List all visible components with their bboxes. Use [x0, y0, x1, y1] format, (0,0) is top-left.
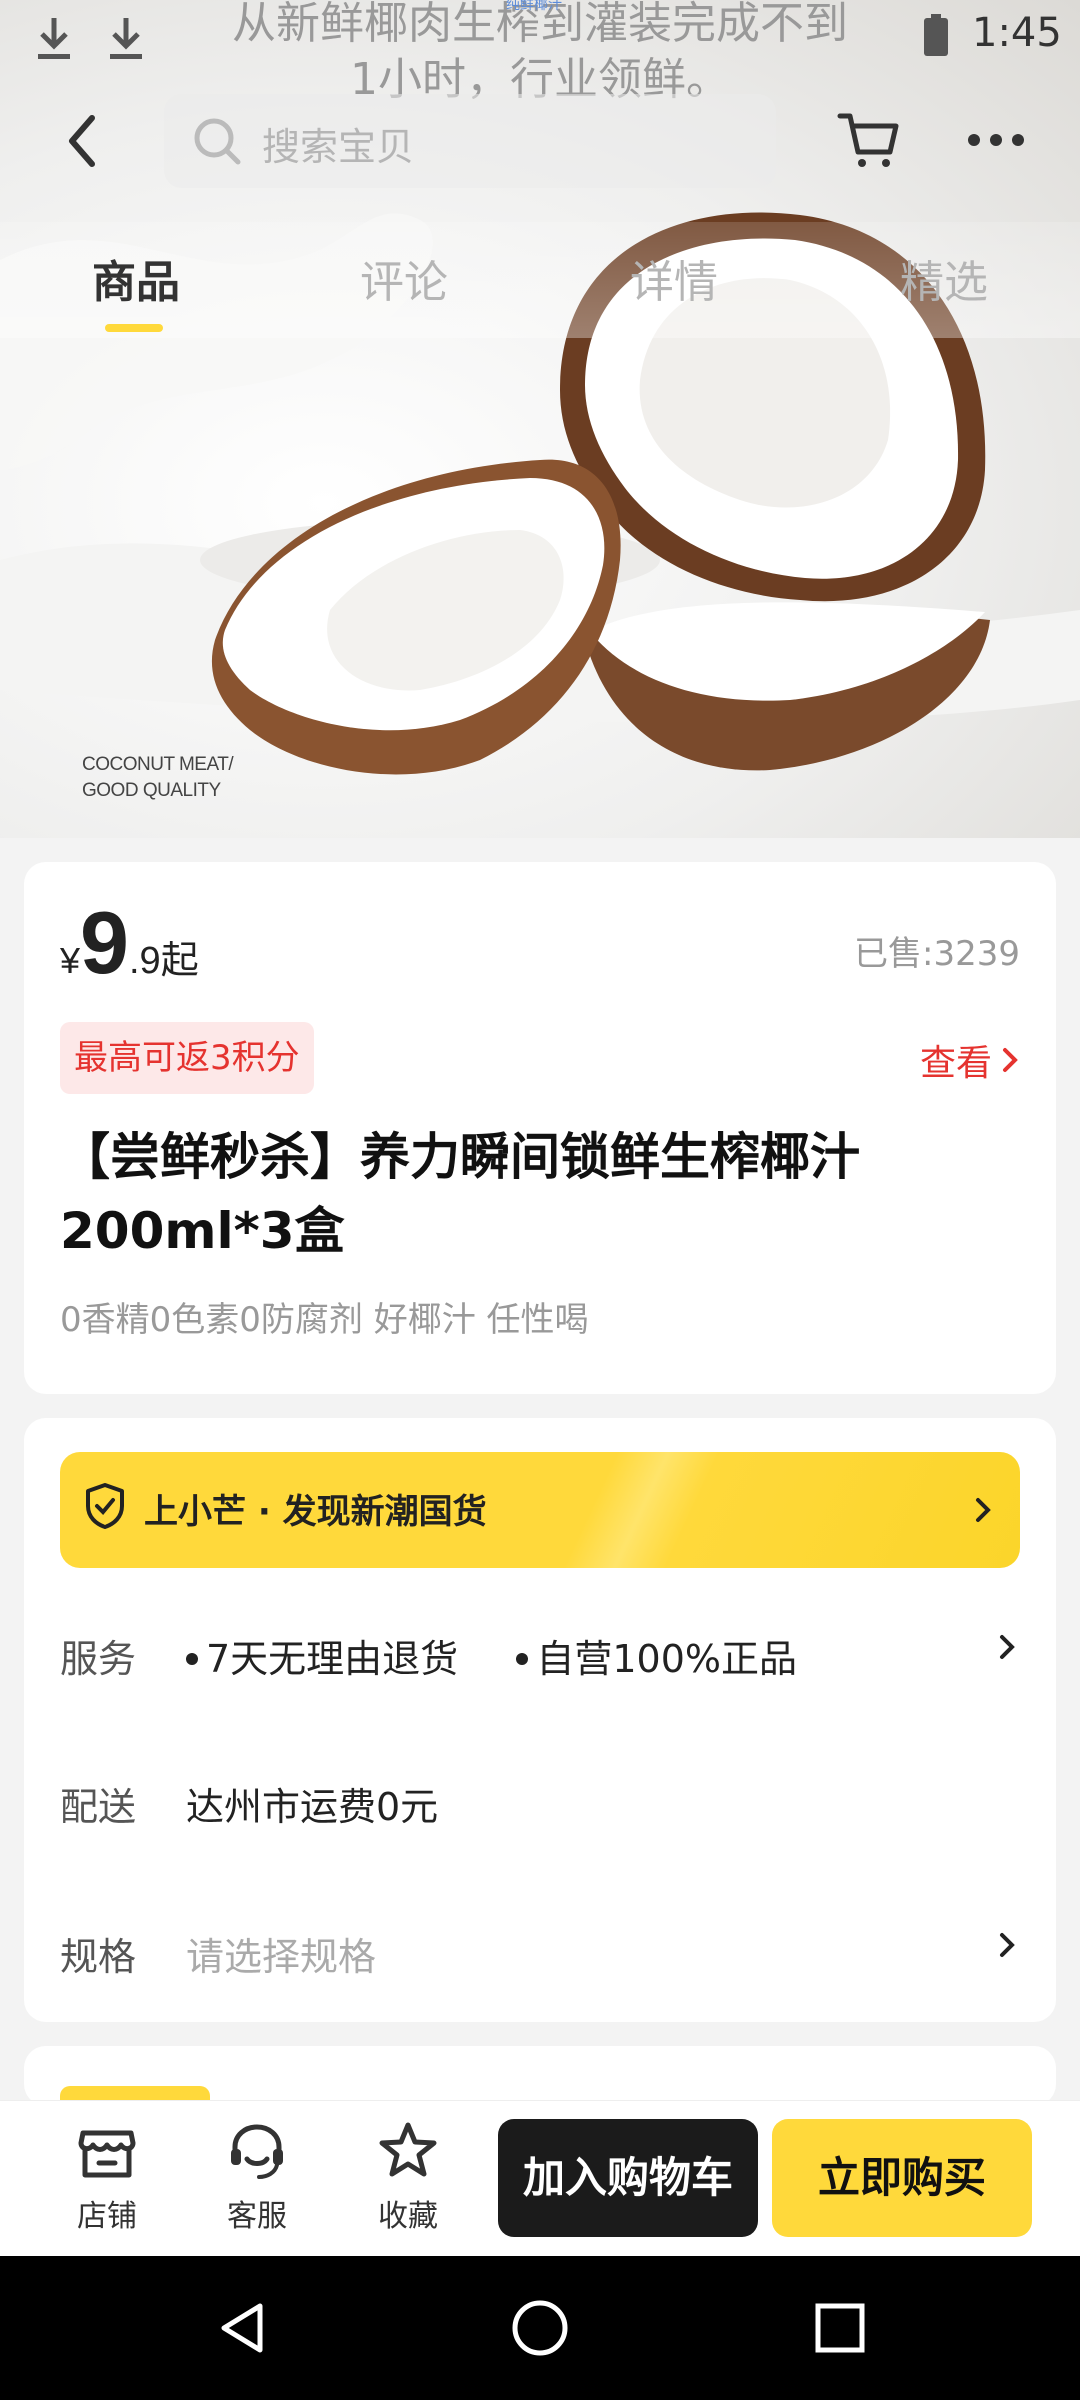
- battery-icon: [924, 14, 948, 56]
- service-values: 7天无理由退货 自营100%正品: [186, 1628, 797, 1683]
- shield-icon: [86, 1483, 124, 1529]
- promo-text: 上小芒 · 发现新潮国货: [144, 1492, 487, 1532]
- sold-count: 已售:3239: [854, 934, 1020, 974]
- bullet: [186, 1652, 198, 1665]
- nav-home-icon[interactable]: [510, 2298, 570, 2358]
- store-button[interactable]: 店铺: [52, 2119, 162, 2235]
- service-card: 上小芒 · 发现新潮国货 服务 7天无理由退货 自营100%正品 配送 达州市运…: [24, 1418, 1056, 2022]
- tab-active-indicator: [105, 324, 163, 332]
- tab-product[interactable]: 商品: [92, 246, 180, 310]
- buy-now-button[interactable]: 立即购买: [772, 2119, 1032, 2237]
- promo-banner[interactable]: 上小芒 · 发现新潮国货: [60, 1452, 1020, 1568]
- price-decimal: .9: [128, 940, 161, 982]
- hero-caption-line1: COCONUT MEAT/: [82, 754, 234, 775]
- system-navigation-bar: [0, 2256, 1080, 2400]
- customer-service-label: 客服: [227, 2199, 287, 2234]
- points-badge: 最高可返3积分: [60, 1022, 314, 1094]
- price-integer: 9: [80, 893, 129, 992]
- search-icon: [194, 118, 241, 165]
- price-currency: ¥: [60, 940, 81, 981]
- hero-caption: COCONUT MEAT/ GOOD QUALITY: [82, 752, 234, 804]
- download-icon: [38, 18, 70, 59]
- delivery-label: 配送: [60, 1785, 137, 1829]
- tab-details[interactable]: 详情: [630, 246, 718, 310]
- tab-reviews[interactable]: 评论: [360, 246, 448, 310]
- spec-placeholder: 请选择规格: [186, 1935, 377, 1979]
- star-icon: [379, 2122, 437, 2177]
- add-to-cart-button[interactable]: 加入购物车: [498, 2119, 758, 2237]
- more-icon[interactable]: [966, 120, 1026, 160]
- service-item-1: 7天无理由退货: [206, 1637, 459, 1681]
- service-item-2: 自营100%正品: [536, 1637, 798, 1681]
- overlay-small-text: 纯鲜椰汁: [506, 0, 562, 13]
- spec-label: 规格: [60, 1935, 137, 1979]
- service-label: 服务: [60, 1637, 137, 1681]
- next-card: [24, 2046, 1056, 2126]
- store-label: 店铺: [77, 2199, 137, 2234]
- bullet: [516, 1652, 529, 1665]
- favorite-button[interactable]: 收藏: [353, 2119, 463, 2235]
- hero-caption-line2: GOOD QUALITY: [82, 780, 221, 801]
- chevron-right-icon: [1000, 1635, 1015, 1659]
- product-title: 【尝鲜秒杀】养力瞬间锁鲜生榨椰汁200ml*3盒: [60, 1128, 860, 1260]
- back-button[interactable]: [58, 108, 110, 174]
- cart-icon[interactable]: [836, 106, 902, 172]
- nav-recents-icon[interactable]: [810, 2298, 870, 2358]
- download-icon: [110, 18, 142, 59]
- nav-back-icon[interactable]: [212, 2298, 272, 2358]
- customer-service-button[interactable]: 客服: [202, 2119, 312, 2235]
- chevron-right-icon: [1000, 1933, 1015, 1957]
- status-time: 1:45: [972, 10, 1062, 56]
- tab-bar: 商品 评论 详情 精选: [0, 222, 1080, 338]
- search-placeholder: 搜索宝贝: [262, 125, 415, 169]
- delivery-value: 达州市运费0元: [186, 1785, 439, 1829]
- product-subtitle: 0香精0色素0防腐剂 好椰汁 任性喝: [60, 1300, 589, 1340]
- overlay-caption: 从新鲜椰肉生榨到灌装完成不到 1小时，行业领鲜。: [160, 0, 920, 108]
- view-link-label: 查看: [919, 1043, 992, 1084]
- favorite-label: 收藏: [378, 2199, 438, 2234]
- product-info-card: ¥9.9起 已售:3239 最高可返3积分 查看 【尝鲜秒杀】养力瞬间锁鲜生榨椰…: [24, 862, 1056, 1394]
- search-input[interactable]: 搜索宝贝: [164, 94, 776, 188]
- headset-icon: [231, 2124, 283, 2179]
- store-icon: [78, 2130, 136, 2178]
- bottom-action-bar: 店铺 客服 收藏 加入购物车 立即购买: [0, 2100, 1080, 2256]
- tab-featured[interactable]: 精选: [900, 246, 988, 310]
- price: ¥9.9起: [60, 892, 199, 994]
- view-points-link[interactable]: 查看: [920, 1034, 1020, 1086]
- price-suffix: 起: [160, 940, 199, 982]
- chevron-right-icon: [976, 1498, 991, 1522]
- chevron-right-icon: [1003, 1048, 1018, 1072]
